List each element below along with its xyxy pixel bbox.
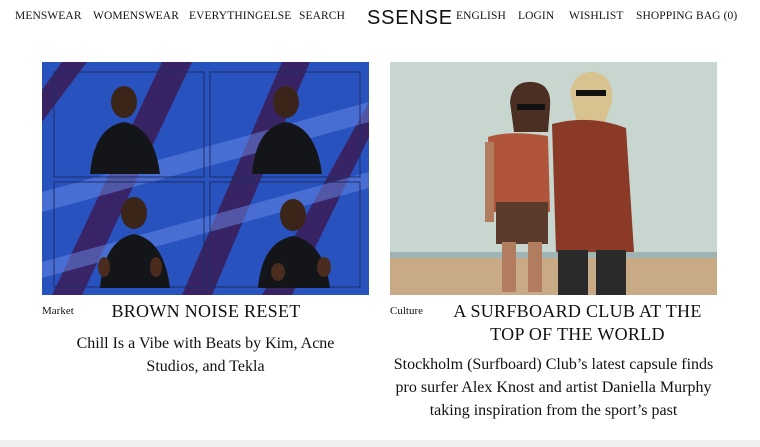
- article-image-surfboard-club[interactable]: [390, 62, 717, 295]
- article-image-brown-noise[interactable]: [42, 62, 369, 295]
- nav-login[interactable]: LOGIN: [518, 10, 554, 22]
- beach-portrait-image: [390, 62, 717, 295]
- nav-womenswear[interactable]: WOMENSWEAR: [93, 10, 179, 22]
- nav-search[interactable]: SEARCH: [299, 10, 345, 22]
- article-card-market[interactable]: Market BROWN NOISE RESET Chill Is a Vibe…: [42, 62, 369, 375]
- article-title[interactable]: A SURFBOARD CLUB AT THE TOP OF THE WORLD: [435, 300, 720, 346]
- nav-wishlist[interactable]: WISHLIST: [569, 10, 623, 22]
- article-description[interactable]: Chill Is a Vibe with Beats by Kim, Acne …: [52, 332, 359, 378]
- article-card-culture[interactable]: Culture A SURFBOARD CLUB AT THE TOP OF T…: [390, 62, 717, 419]
- nav-menswear[interactable]: MENSWEAR: [15, 10, 82, 22]
- article-description[interactable]: Stockholm (Surfboard) Club’s latest caps…: [392, 353, 715, 422]
- video-call-grid-image: [42, 62, 369, 295]
- article-category[interactable]: Market: [42, 305, 74, 317]
- ssense-logo[interactable]: SSENSE: [367, 7, 453, 30]
- nav-everythingelse[interactable]: EVERYTHINGELSE: [189, 10, 291, 22]
- nav-language[interactable]: ENGLISH: [456, 10, 506, 22]
- bottom-scroll-edge: [0, 440, 760, 447]
- nav-shopping-bag[interactable]: SHOPPING BAG (0): [636, 10, 737, 22]
- top-nav: MENSWEAR WOMENSWEAR EVERYTHINGELSE SEARC…: [0, 0, 760, 34]
- article-category[interactable]: Culture: [390, 305, 423, 317]
- article-title[interactable]: BROWN NOISE RESET: [82, 300, 330, 323]
